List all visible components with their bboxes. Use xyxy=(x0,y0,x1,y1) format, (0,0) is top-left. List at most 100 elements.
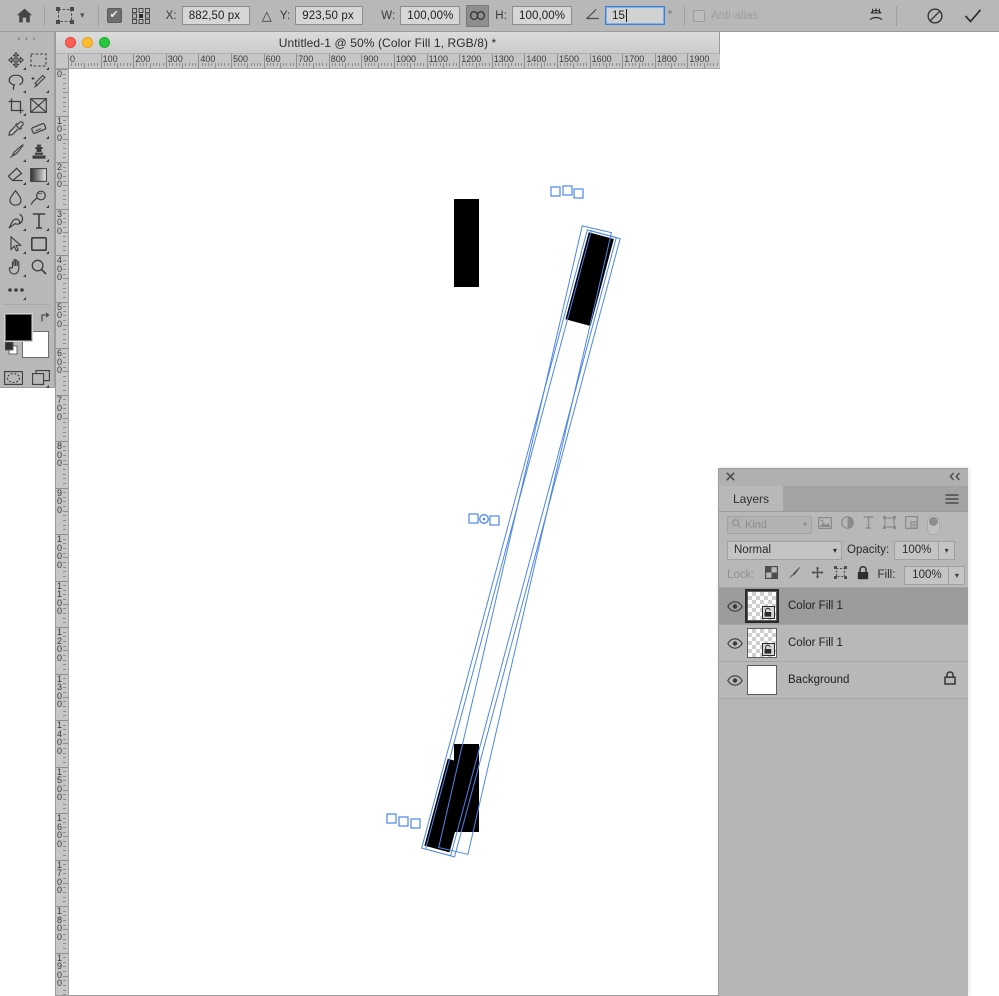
canvas[interactable] xyxy=(69,69,720,995)
rectangle-tool[interactable] xyxy=(27,232,50,255)
horizontal-ruler[interactable]: 0 100 200 300 400 500 600 700 800 900 1000 1100 1200… xyxy=(68,54,720,69)
pixel-layer-filter-icon[interactable] xyxy=(818,516,833,534)
quick-mask-icon[interactable] xyxy=(4,366,23,389)
pen-tool[interactable] xyxy=(4,209,27,232)
path-selection-tool[interactable] xyxy=(4,232,27,255)
fill-input[interactable]: 100% xyxy=(904,565,950,585)
ruler-tick-minor xyxy=(63,175,66,177)
ruler-tick-minor xyxy=(63,157,66,159)
tab-layers[interactable]: Layers xyxy=(719,486,784,511)
home-icon[interactable] xyxy=(12,5,36,27)
ruler-tick-minor xyxy=(664,63,666,66)
ruler-tick-minor xyxy=(63,561,66,563)
height-input[interactable]: 100,00% xyxy=(512,6,572,25)
layer-row-2[interactable]: Background xyxy=(719,662,968,699)
zoom-tool[interactable] xyxy=(27,255,50,278)
layer-thumbnail[interactable] xyxy=(747,628,777,658)
move-tool[interactable] xyxy=(4,48,27,71)
rotate-angle-input[interactable]: 15 xyxy=(605,6,665,25)
blur-tool[interactable] xyxy=(4,186,27,209)
adjustment-layer-filter-icon[interactable] xyxy=(841,515,854,534)
eraser-tool[interactable] xyxy=(4,163,27,186)
vertical-ruler[interactable]: 0100200300400500600700800900100011001200… xyxy=(56,69,69,995)
tool-preset-caret[interactable]: ▾ xyxy=(80,10,85,21)
ruler-tick-minor xyxy=(63,910,66,912)
foreground-color-swatch[interactable] xyxy=(4,313,33,342)
visibility-eye-icon[interactable] xyxy=(723,674,747,686)
clone-stamp-tool[interactable] xyxy=(27,140,50,163)
ruler-tick-minor xyxy=(446,63,448,66)
ruler-tick-minor xyxy=(63,143,66,145)
smart-object-filter-icon[interactable] xyxy=(905,515,919,534)
frame-tool[interactable] xyxy=(27,94,50,117)
panel-menu-icon[interactable] xyxy=(945,486,968,511)
ruler-tick-minor xyxy=(185,63,187,66)
ruler-tick-minor xyxy=(152,63,154,66)
lock-transparent-pixels-icon[interactable] xyxy=(764,566,778,584)
hand-tool[interactable] xyxy=(4,255,27,278)
fill-stepper-icon[interactable]: ▾ xyxy=(949,565,966,585)
ruler-tick-minor xyxy=(63,738,66,740)
opacity-input[interactable]: 100% xyxy=(894,540,940,560)
ruler-tick-minor xyxy=(257,63,259,66)
toggle-reference-point-checkbox[interactable]: ✔ xyxy=(106,8,122,23)
filter-enable-toggle[interactable] xyxy=(927,514,940,535)
document-title-bar[interactable]: Untitled-1 @ 50% (Color Fill 1, RGB/8) * xyxy=(56,32,719,54)
x-input[interactable]: 882,50 px xyxy=(181,6,250,25)
gradient-tool[interactable] xyxy=(27,163,50,186)
edit-toolbar-tool[interactable] xyxy=(4,278,27,301)
reference-point-grid-icon[interactable] xyxy=(129,5,153,27)
anti-alias-checkbox[interactable] xyxy=(693,9,705,22)
link-chain-icon[interactable] xyxy=(466,4,490,27)
layer-row-1[interactable]: Color Fill 1 xyxy=(719,625,968,662)
lock-all-icon[interactable] xyxy=(857,565,869,585)
lock-image-pixels-icon[interactable] xyxy=(788,566,801,584)
layer-row-0[interactable]: Color Fill 1 xyxy=(719,588,968,625)
ruler-tick-minor xyxy=(126,63,128,66)
layer-thumbnail[interactable] xyxy=(747,665,777,695)
lock-position-icon[interactable] xyxy=(811,566,824,584)
dodge-tool[interactable] xyxy=(27,186,50,209)
rectangular-marquee-tool[interactable] xyxy=(27,48,50,71)
visibility-eye-icon[interactable] xyxy=(723,637,747,649)
brush-tool[interactable] xyxy=(4,140,27,163)
layer-thumbnail[interactable] xyxy=(745,589,779,623)
ruler-tick-minor xyxy=(63,515,66,517)
blend-mode-select[interactable]: Normal ▾ xyxy=(727,540,842,560)
ruler-tick-minor xyxy=(641,63,643,66)
opacity-stepper-icon[interactable]: ▾ xyxy=(939,540,956,560)
quick-selection-tool[interactable] xyxy=(27,71,50,94)
eyedropper-tool[interactable] xyxy=(4,117,27,140)
ruler-tick-minor xyxy=(237,63,239,66)
ruler-tick-minor xyxy=(63,306,66,308)
type-layer-filter-icon[interactable] xyxy=(863,515,874,534)
layer-filter-kind-select[interactable]: Kind ▾ xyxy=(727,515,812,534)
swap-colors-icon[interactable] xyxy=(40,312,52,326)
ruler-tick-minor xyxy=(716,63,718,66)
screen-mode-icon[interactable] xyxy=(31,366,50,389)
y-input[interactable]: 923,50 px xyxy=(295,6,364,25)
commit-transform-icon[interactable] xyxy=(961,5,985,27)
healing-brush-tool[interactable] xyxy=(27,117,50,140)
default-colors-icon[interactable] xyxy=(4,341,18,360)
y-label: Y: xyxy=(279,9,291,22)
collapse-panel-icon[interactable] xyxy=(949,472,961,484)
ruler-tick-minor xyxy=(550,63,552,66)
lock-artboard-nesting-icon[interactable] xyxy=(833,566,847,584)
shape-layer-filter-icon[interactable] xyxy=(883,515,896,534)
tools-panel-grip[interactable]: • • • xyxy=(0,32,54,46)
visibility-eye-icon[interactable] xyxy=(723,600,747,612)
lasso-tool[interactable] xyxy=(4,71,27,94)
ruler-tick-minor xyxy=(136,63,138,66)
ruler-tick-minor xyxy=(63,259,66,261)
ruler-tick-minor xyxy=(325,63,327,66)
type-tool[interactable] xyxy=(27,209,50,232)
warp-mode-icon[interactable] xyxy=(864,5,888,27)
ruler-tick-minor xyxy=(63,654,66,656)
width-input[interactable]: 100,00% xyxy=(400,6,461,25)
transform-selection-icon[interactable] xyxy=(53,5,77,27)
close-icon[interactable] xyxy=(726,471,735,484)
ruler-tick-minor xyxy=(319,63,321,66)
crop-tool[interactable] xyxy=(4,94,27,117)
cancel-transform-icon[interactable] xyxy=(923,5,947,27)
